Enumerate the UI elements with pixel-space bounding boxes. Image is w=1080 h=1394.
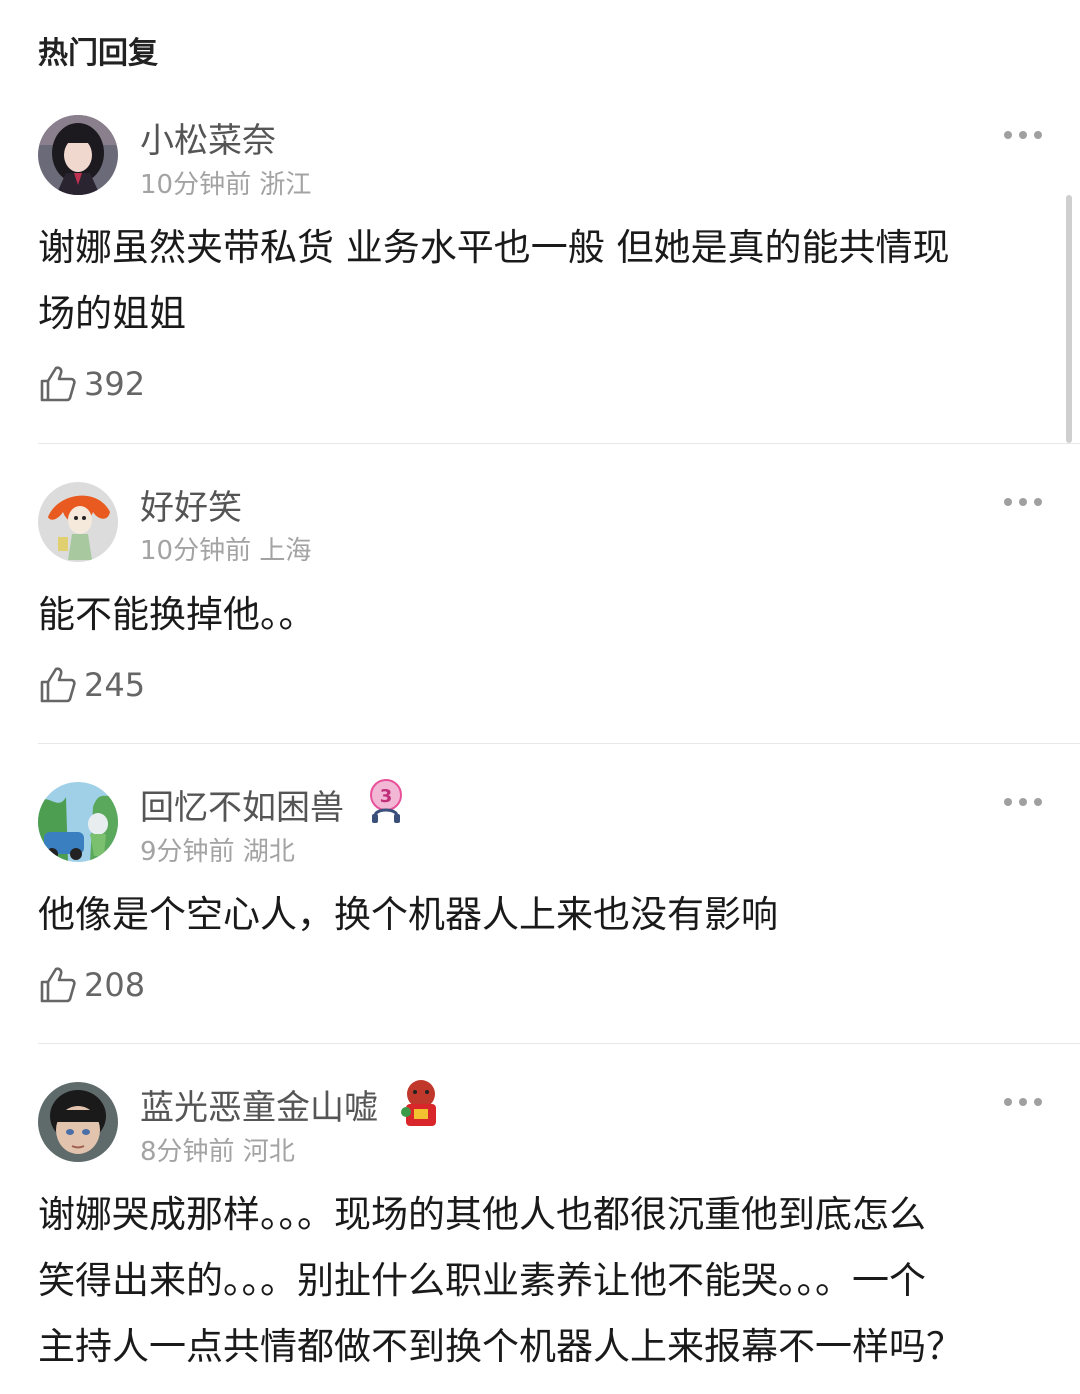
thumbs-up-icon — [40, 366, 76, 402]
avatar[interactable] — [38, 782, 118, 862]
comment-text: 他像是个空心人，换个机器人上来也没有影响 — [38, 882, 1038, 948]
comment-location: 上海 — [259, 536, 312, 566]
more-dots-icon[interactable] — [1004, 497, 1042, 507]
username[interactable]: 好好笑 — [140, 480, 242, 529]
comment-location: 湖北 — [242, 837, 295, 867]
red-bag-sticker-icon — [398, 1076, 444, 1132]
avatar[interactable] — [38, 1082, 118, 1162]
more-dots-icon[interactable] — [1004, 130, 1042, 140]
comment-meta: 8分钟前 河北 — [140, 1131, 295, 1168]
comment-text: 能不能换掉他。。 — [38, 582, 1038, 648]
more-dots-icon[interactable] — [1004, 797, 1042, 807]
thumbs-up-icon — [40, 667, 76, 703]
comment-text-line: 谢娜虽然夹带私货 业务水平也一般 但她是真的能共情现 — [38, 226, 950, 269]
comment-text-line: 能不能换掉他。。 — [38, 593, 316, 636]
comment-text: 谢娜哭成那样。。。现场的其他人也都很沉重他到底怎么 笑得出来的。。。别扯什么职业… — [38, 1182, 1038, 1380]
comment-text-line: 主持人一点共情都做不到换个机器人上来报幕不一样吗？ — [38, 1325, 963, 1368]
like-button[interactable]: 208 — [38, 965, 145, 1005]
comment-time: 9分钟前 — [140, 837, 235, 867]
comment-meta: 10分钟前 上海 — [140, 530, 311, 567]
scrollbar[interactable] — [1066, 195, 1072, 443]
username[interactable]: 蓝光恶童金山嘘 — [140, 1080, 378, 1129]
thumbs-up-icon — [40, 967, 76, 1003]
comment-location: 河北 — [242, 1137, 295, 1167]
badge-level-text: 3 — [380, 786, 393, 807]
like-count: 208 — [84, 966, 146, 1004]
avatar[interactable] — [38, 482, 118, 562]
username[interactable]: 小松菜奈 — [140, 113, 276, 162]
comment-text-line: 谢娜哭成那样。。。现场的其他人也都很沉重他到底怎么 — [38, 1193, 926, 1236]
comment-time: 10分钟前 — [140, 536, 252, 566]
avatar[interactable] — [38, 115, 118, 195]
more-dots-icon[interactable] — [1004, 1097, 1042, 1107]
comment-meta: 9分钟前 湖北 — [140, 831, 295, 868]
divider — [38, 443, 1080, 444]
divider — [38, 743, 1080, 744]
comment-location: 浙江 — [259, 170, 312, 200]
comment-text-line: 场的姐姐 — [38, 292, 186, 335]
like-button[interactable]: 245 — [38, 665, 145, 705]
like-count: 392 — [84, 365, 146, 403]
like-count: 245 — [84, 666, 146, 704]
headphone-level-badge-icon: 3 — [365, 778, 407, 830]
comment-text: 谢娜虽然夹带私货 业务水平也一般 但她是真的能共情现 场的姐姐 — [38, 215, 1038, 347]
comment-text-line: 他像是个空心人，换个机器人上来也没有影响 — [38, 893, 778, 936]
page-title: 热门回复 — [38, 36, 158, 71]
divider — [38, 1043, 1080, 1044]
comment-text-line: 笑得出来的。。。别扯什么职业素养让他不能哭。。。一个 — [38, 1259, 926, 1302]
username[interactable]: 回忆不如困兽 — [140, 780, 344, 829]
comment-meta: 10分钟前 浙江 — [140, 164, 311, 201]
like-button[interactable]: 392 — [38, 364, 145, 404]
comment-time: 10分钟前 — [140, 170, 252, 200]
comment-time: 8分钟前 — [140, 1137, 235, 1167]
